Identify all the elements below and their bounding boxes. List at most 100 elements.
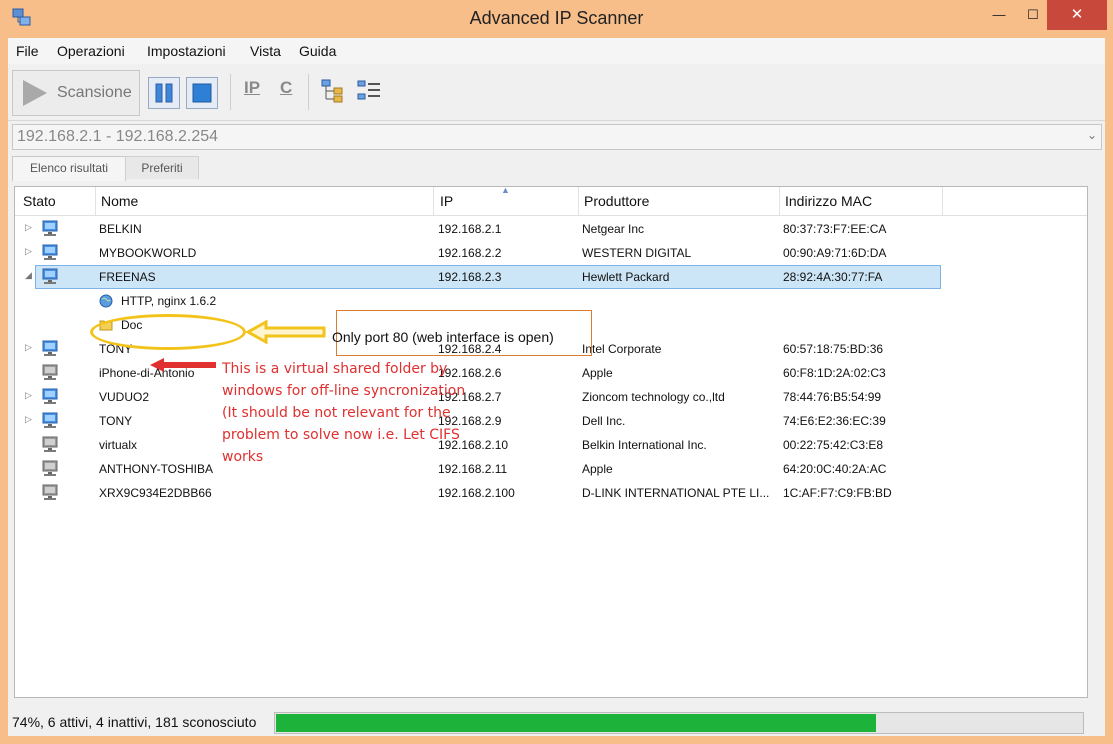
- port-annotation: Only port 80 (web interface is open): [332, 329, 554, 345]
- scan-button-label: Scansione: [57, 84, 132, 101]
- menu-guida[interactable]: Guida: [299, 43, 336, 59]
- host-mac: 00:22:75:42:C3:E8: [783, 438, 884, 452]
- computer-icon: [42, 436, 58, 452]
- tab-label: Elenco risultati: [29, 161, 109, 175]
- column-produttore[interactable]: Produttore: [584, 193, 649, 209]
- column-divider[interactable]: [779, 187, 780, 215]
- toolbar-separator: [230, 74, 231, 110]
- host-mac: 60:F8:1D:2A:02:C3: [783, 366, 886, 380]
- column-stato[interactable]: Stato: [23, 193, 56, 209]
- table-row[interactable]: ◢ FREENAS 192.168.2.3 Hewlett Packard 28:92:…: [15, 265, 1087, 289]
- menu-file[interactable]: File: [16, 43, 39, 59]
- tab-preferiti[interactable]: Preferiti: [125, 156, 199, 179]
- column-ip[interactable]: IP: [440, 193, 453, 209]
- scan-button[interactable]: Scansione: [12, 70, 140, 116]
- host-mac: 60:57:18:75:BD:36: [783, 342, 884, 356]
- stop-button[interactable]: [186, 77, 218, 109]
- expand-arrow-icon[interactable]: ▷: [25, 414, 32, 425]
- host-name: virtualx: [99, 438, 138, 452]
- host-name: BELKIN: [99, 222, 142, 236]
- computer-icon: [42, 340, 58, 356]
- computer-icon: [42, 484, 58, 500]
- host-vendor: Netgear Inc: [582, 222, 645, 236]
- expand-arrow-icon[interactable]: ▷: [25, 342, 32, 353]
- host-vendor: Zioncom technology co.,ltd: [582, 390, 725, 404]
- expand-arrow-icon[interactable]: ▷: [25, 390, 32, 401]
- table-row[interactable]: ANTHONY-TOSHIBA 192.168.2.11 Apple 64:20:0C…: [15, 457, 1087, 481]
- maximize-button[interactable]: ☐: [1016, 0, 1050, 30]
- host-vendor: Belkin International Inc.: [582, 438, 707, 452]
- app-window: Advanced IP Scanner — ☐ ✕ File Operazion…: [0, 0, 1113, 744]
- column-indirizzo-mac[interactable]: Indirizzo MAC: [785, 193, 872, 209]
- c-subnet-button[interactable]: C: [280, 78, 292, 98]
- host-vendor: WESTERN DIGITAL: [582, 246, 692, 260]
- folder-annotation: This is a virtual shared folder by windo…: [222, 361, 466, 465]
- host-name: MYBOOKWORLD: [99, 246, 197, 260]
- table-row[interactable]: ▷ MYBOOKWORLD 192.168.2.2 WESTERN DIGITAL 00…: [15, 241, 1087, 265]
- red-arrow-icon: [150, 358, 216, 372]
- column-header: Stato Nome ▲ IP Produttore Indirizzo MAC: [15, 187, 1087, 216]
- ip-range-combobox[interactable]: ⌄: [12, 124, 1102, 150]
- expand-arrow-icon[interactable]: ▷: [25, 222, 32, 233]
- menu-operazioni[interactable]: Operazioni: [57, 43, 125, 59]
- tab-label: Preferiti: [141, 161, 183, 175]
- globe-icon: [99, 294, 113, 308]
- table-row[interactable]: ▷ TONY 192.168.2.9 Dell Inc. 74:E6:E2:36:EC:…: [15, 409, 1087, 433]
- host-vendor: Intel Corporate: [582, 342, 662, 356]
- highlight-ellipse: [90, 314, 246, 350]
- close-button[interactable]: ✕: [1047, 0, 1107, 30]
- status-text: 74%, 6 attivi, 4 inattivi, 181 sconosciu…: [12, 714, 257, 730]
- computer-icon: [42, 244, 58, 260]
- expand-arrow-icon[interactable]: ▷: [25, 246, 32, 257]
- host-mac: 74:E6:E2:36:EC:39: [783, 414, 886, 428]
- title-bar[interactable]: Advanced IP Scanner — ☐ ✕: [0, 0, 1113, 38]
- window-title: Advanced IP Scanner: [469, 8, 644, 28]
- host-mac: 28:92:4A:30:77:FA: [783, 270, 883, 284]
- status-bar: 74%, 6 attivi, 4 inattivi, 181 sconosciu…: [8, 710, 1105, 734]
- host-mac: 64:20:0C:40:2A:AC: [783, 462, 887, 476]
- results-list[interactable]: Stato Nome ▲ IP Produttore Indirizzo MAC…: [14, 186, 1088, 698]
- tab-elenco-risultati[interactable]: Elenco risultati: [12, 156, 126, 181]
- progress-fill: [276, 714, 876, 732]
- computer-icon: [42, 412, 58, 428]
- host-ip: 192.168.2.3: [438, 270, 502, 284]
- column-divider[interactable]: [942, 187, 943, 215]
- chevron-down-icon[interactable]: ⌄: [1087, 128, 1097, 142]
- column-divider[interactable]: [578, 187, 579, 215]
- collapse-arrow-icon[interactable]: ◢: [25, 270, 32, 281]
- host-name: ANTHONY-TOSHIBA: [99, 462, 214, 476]
- host-name: VUDUO2: [99, 390, 150, 404]
- expand-all-icon[interactable]: [320, 78, 346, 104]
- host-ip: 192.168.2.2: [438, 246, 502, 260]
- host-vendor: D-LINK INTERNATIONAL PTE LI...: [582, 486, 770, 500]
- host-name: XRX9C934E2DBB66: [99, 486, 212, 500]
- column-divider[interactable]: [95, 187, 96, 215]
- ip-range-input[interactable]: [17, 127, 1067, 147]
- menu-vista[interactable]: Vista: [250, 43, 281, 59]
- host-vendor: Apple: [582, 462, 613, 476]
- computer-icon: [42, 388, 58, 404]
- sort-ascending-icon: ▲: [501, 186, 510, 195]
- host-vendor: Dell Inc.: [582, 414, 626, 428]
- table-row[interactable]: virtualx 192.168.2.10 Belkin International…: [15, 433, 1087, 457]
- table-row[interactable]: ▷ VUDUO2 192.168.2.7 Zioncom technology co.…: [15, 385, 1087, 409]
- table-row[interactable]: ▷ BELKIN 192.168.2.1 Netgear Inc 80:37:73:F7…: [15, 217, 1087, 241]
- column-nome[interactable]: Nome: [101, 193, 138, 209]
- yellow-arrow-icon: [246, 320, 326, 344]
- pause-icon: [155, 83, 173, 103]
- toolbar: Scansione IP C: [8, 64, 1105, 121]
- host-mac: 00:90:A9:71:6D:DA: [783, 246, 887, 260]
- minimize-button[interactable]: —: [982, 0, 1016, 30]
- computer-icon: [42, 364, 58, 380]
- host-name: FREENAS: [99, 270, 156, 284]
- column-divider[interactable]: [433, 187, 434, 215]
- client-area: File Operazioni Impostazioni Vista Guida…: [8, 38, 1105, 736]
- collapse-all-icon[interactable]: [356, 78, 382, 104]
- host-mac: 1C:AF:F7:C9:FB:BD: [783, 486, 892, 500]
- scan-progress-bar: [274, 712, 1084, 734]
- menu-impostazioni[interactable]: Impostazioni: [147, 43, 226, 59]
- toolbar-separator: [308, 74, 309, 110]
- ip-subnet-button[interactable]: IP: [244, 78, 260, 98]
- table-row[interactable]: XRX9C934E2DBB66 192.168.2.100 D-LINK INTER…: [15, 481, 1087, 505]
- pause-button[interactable]: [148, 77, 180, 109]
